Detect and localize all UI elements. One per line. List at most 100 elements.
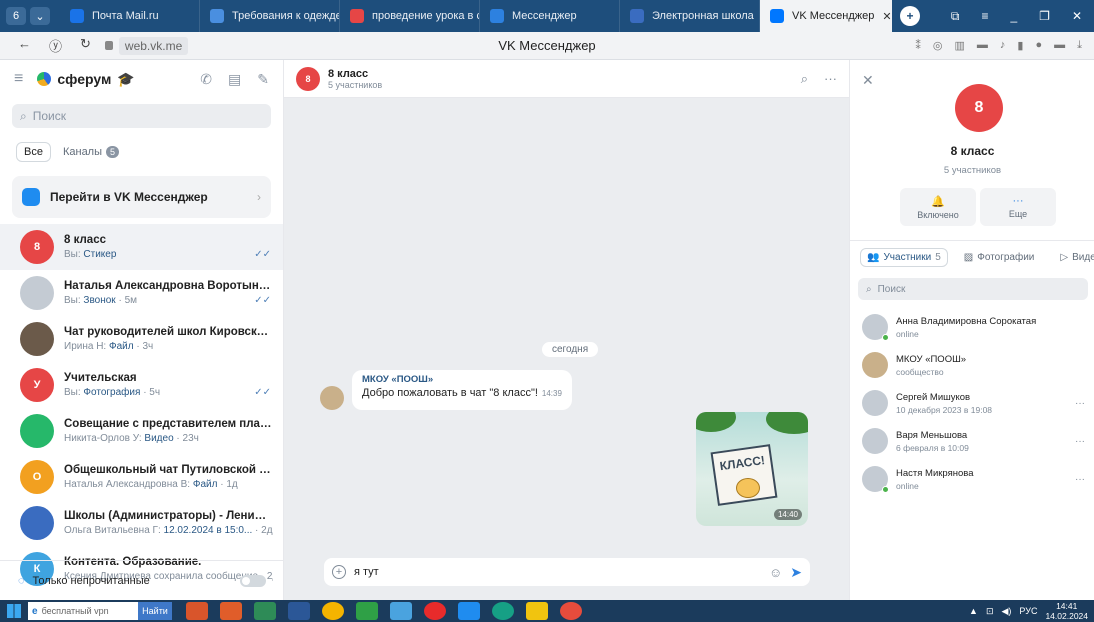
- member-status: online: [896, 480, 919, 491]
- more-icon[interactable]: ···: [1075, 398, 1085, 409]
- chat-avatar[interactable]: 8: [296, 66, 320, 91]
- app-icon[interactable]: [186, 602, 208, 620]
- extension-icon[interactable]: ◎: [933, 39, 943, 52]
- call-icon[interactable]: ✆: [200, 71, 212, 88]
- chat-title-group[interactable]: 8 класс 5 участников: [328, 68, 382, 90]
- chrome-icon[interactable]: [322, 602, 344, 620]
- download-icon[interactable]: ⤓: [1077, 39, 1082, 52]
- notifications-button[interactable]: 🔔 Включено: [900, 188, 976, 226]
- close-window-button[interactable]: ✕: [1072, 9, 1082, 24]
- chat-list-item[interactable]: Чат руководителей школ Кировского МР ...…: [0, 316, 283, 362]
- chevron-down-icon[interactable]: ⌄: [30, 7, 50, 25]
- send-icon[interactable]: ➤: [790, 564, 802, 581]
- filter-all[interactable]: Все: [16, 142, 51, 162]
- chat-search[interactable]: ⌕ Поиск: [12, 104, 271, 128]
- chat-list-item[interactable]: Наталья Александровна Воротынцева Вы: Зво…: [0, 270, 283, 316]
- details-tab[interactable]: ▨ Фотографии: [958, 248, 1045, 267]
- app-icon[interactable]: [390, 602, 412, 620]
- browser-tab[interactable]: Требования к одежде обу: [200, 0, 340, 32]
- extension-icon[interactable]: ●: [1035, 39, 1042, 52]
- app-icon[interactable]: [560, 602, 582, 620]
- bookmark-icon[interactable]: ▮: [1017, 39, 1023, 52]
- message-sender[interactable]: МКОУ «ПООШ»: [362, 374, 562, 385]
- attach-icon[interactable]: +: [332, 565, 346, 579]
- edge-icon[interactable]: [492, 602, 514, 620]
- explorer-icon[interactable]: [526, 602, 548, 620]
- office-icon[interactable]: [220, 602, 242, 620]
- member-item[interactable]: Сергей Мишуков 10 декабря 2023 в 19:08 ···: [850, 384, 1094, 422]
- chat-list-item[interactable]: 8 8 класс Вы: Стикер ✓✓: [0, 224, 283, 270]
- restore-button[interactable]: ❐: [1039, 9, 1050, 24]
- word-icon[interactable]: [288, 602, 310, 620]
- chat-preview-time: · 23ч: [176, 433, 199, 444]
- excel-icon[interactable]: [254, 602, 276, 620]
- taskbar-find-button[interactable]: Найти: [138, 602, 172, 620]
- member-item[interactable]: Варя Меньшова 6 февраля в 10:09 ···: [850, 422, 1094, 460]
- url-field[interactable]: web.vk.me: [104, 36, 189, 55]
- extension-icon[interactable]: ▬: [1054, 39, 1065, 52]
- new-tab-button[interactable]: +: [900, 6, 920, 26]
- unread-only-toggle[interactable]: [240, 574, 266, 587]
- more-icon[interactable]: ···: [1075, 436, 1085, 447]
- chat-list-item[interactable]: Совещание с представителем платформ... Ни…: [0, 408, 283, 454]
- close-tab-icon[interactable]: ✕: [882, 10, 891, 23]
- extension-icon[interactable]: ▥: [955, 39, 965, 52]
- yandex-icon[interactable]: ⓨ: [49, 36, 62, 55]
- message-input[interactable]: я тут: [354, 566, 761, 578]
- browser-menu-button[interactable]: 6: [6, 7, 26, 25]
- start-button[interactable]: [0, 600, 28, 622]
- more-button[interactable]: ··· Еще: [980, 188, 1056, 226]
- language-indicator[interactable]: РУС: [1019, 606, 1037, 616]
- minimize-button[interactable]: _: [1010, 9, 1017, 24]
- browser-tab[interactable]: проведение урока в сфер: [340, 0, 480, 32]
- clock[interactable]: 14:41 14.02.2024: [1045, 601, 1088, 621]
- browser-tab[interactable]: Электронная школа: [620, 0, 760, 32]
- chat-list-item[interactable]: У Учительская Вы: Фотография · 5ч ✓✓: [0, 362, 283, 408]
- chat-avatar: У: [20, 368, 54, 402]
- sender-avatar[interactable]: [320, 386, 344, 410]
- back-icon[interactable]: ←: [18, 36, 31, 55]
- search-icon[interactable]: ⌕: [801, 71, 808, 87]
- network-icon[interactable]: ⊡: [986, 606, 994, 617]
- taskbar-search[interactable]: e бесплатный vpn: [28, 602, 138, 620]
- menu-icon[interactable]: ≡: [14, 70, 23, 88]
- chat-list-item[interactable]: О Общешкольный чат Путиловской шко... Ната…: [0, 454, 283, 500]
- calculator-icon[interactable]: [356, 602, 378, 620]
- menu-icon[interactable]: ≡: [981, 9, 988, 24]
- browser-tab[interactable]: Почта Mail.ru: [60, 0, 200, 32]
- member-info: Анна Владимировна Сорокатая online: [896, 316, 1036, 339]
- member-item[interactable]: МКОУ «ПООШ» сообщество: [850, 346, 1094, 384]
- ie-icon[interactable]: [458, 602, 480, 620]
- archive-icon[interactable]: ▤: [228, 71, 241, 88]
- volume-icon[interactable]: ◀): [1002, 606, 1012, 617]
- more-icon[interactable]: ···: [1075, 474, 1085, 485]
- microphone-icon[interactable]: ♪: [1000, 39, 1006, 52]
- chat-avatar: [20, 506, 54, 540]
- member-status: 10 декабря 2023 в 19:08: [896, 404, 993, 415]
- reload-icon[interactable]: ↻: [80, 36, 91, 55]
- filter-channels[interactable]: Каналы 5: [63, 146, 120, 158]
- bookmarks-icon[interactable]: ⧉: [951, 9, 960, 24]
- more-icon[interactable]: ···: [824, 71, 837, 87]
- members-search[interactable]: ⌕ Поиск: [858, 278, 1088, 300]
- member-item[interactable]: Анна Владимировна Сорокатая online: [850, 308, 1094, 346]
- extension-icon[interactable]: ▬: [977, 39, 988, 52]
- tray-arrow-icon[interactable]: ▲: [969, 606, 978, 616]
- details-tab[interactable]: 👥 Участники 5: [860, 248, 948, 267]
- chat-preview-sender: Никита-Орлов У:: [64, 433, 142, 444]
- close-icon[interactable]: ✕: [862, 72, 874, 89]
- details-tab[interactable]: ▷Видео: [1054, 248, 1094, 267]
- browser-tab[interactable]: Мессенджер: [480, 0, 620, 32]
- yandex-browser-icon[interactable]: [424, 602, 446, 620]
- tab-strip: Почта Mail.ru Требования к одежде обу пров…: [60, 0, 892, 32]
- extension-icon[interactable]: ⁑: [915, 39, 921, 52]
- sticker-message[interactable]: КЛАСС! 14:40: [696, 412, 808, 526]
- open-vk-messenger-banner[interactable]: Перейти в VK Мессенджер ›: [12, 176, 271, 218]
- compose-icon[interactable]: ✎: [257, 71, 269, 88]
- member-item[interactable]: Настя Микрянова online ···: [850, 460, 1094, 498]
- browser-tab[interactable]: VK Мессенджер ✕: [760, 0, 892, 32]
- url-text[interactable]: web.vk.me: [118, 36, 189, 55]
- chat-list-item[interactable]: Школы (Администраторы) - Ленинградск... О…: [0, 500, 283, 546]
- emoji-icon[interactable]: ☺: [769, 565, 782, 580]
- message-bubble[interactable]: МКОУ «ПООШ» Добро пожаловать в чат "8 кл…: [352, 370, 572, 410]
